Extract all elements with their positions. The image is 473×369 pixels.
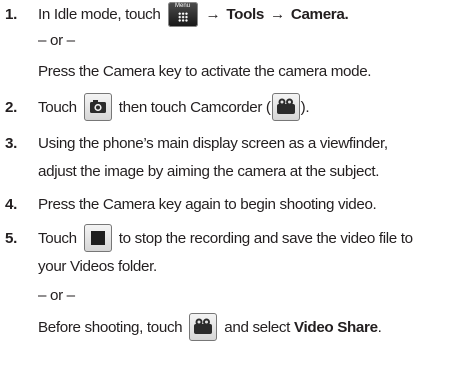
camcorder-icon xyxy=(189,313,218,341)
step-text: In Idle mode, touch xyxy=(38,5,161,23)
menu-icon-caption: Menu xyxy=(175,2,191,9)
step-5-line: Touch to stop the recording and save the… xyxy=(38,224,413,252)
step-text: . xyxy=(377,318,382,336)
step-text: to stop the recording and save the video… xyxy=(118,229,413,247)
arrow: → xyxy=(205,5,221,23)
camcorder-icon xyxy=(271,93,300,121)
instruction-page: 1. In Idle mode, touch Menu → Tools → Ca… xyxy=(0,0,473,369)
step-text: adjust the image by aiming the camera at… xyxy=(38,162,380,180)
step-5-alt-line: Before shooting, touch and select Video … xyxy=(38,313,382,341)
step-text: Using the phone’s main display screen as… xyxy=(38,134,388,152)
menu-path-camera: Camera. xyxy=(290,5,349,23)
step-text: Before shooting, touch xyxy=(38,318,183,336)
step-number: 4. xyxy=(5,195,17,213)
or-separator: – or – xyxy=(38,31,75,49)
step-1-line: In Idle mode, touch Menu → Tools → Camer… xyxy=(38,1,349,27)
step-text: your Videos folder. xyxy=(38,257,157,275)
menu-grid-icon: Menu xyxy=(167,1,198,27)
step-text: then touch Camcorder ( xyxy=(118,98,271,116)
menu-path-tools: Tools xyxy=(226,5,264,23)
step-number: 3. xyxy=(5,134,17,152)
step-alt-text: Press the Camera key to activate the cam… xyxy=(38,62,372,80)
step-2-line: Touch then touch Camcorder ( ). xyxy=(38,93,310,121)
step-text: ). xyxy=(300,98,310,116)
step-number: 5. xyxy=(5,229,17,247)
video-share-label: Video Share xyxy=(294,318,378,336)
or-separator: – or – xyxy=(38,286,75,304)
arrow: → xyxy=(270,5,285,23)
step-text: and select xyxy=(224,318,291,336)
step-text: Press the Camera key again to begin shoo… xyxy=(38,195,377,213)
stop-icon xyxy=(83,224,112,252)
step-text: Touch xyxy=(38,229,77,247)
step-number: 1. xyxy=(5,5,17,23)
camera-icon xyxy=(83,93,112,121)
grid-dots xyxy=(177,11,188,22)
step-text: Touch xyxy=(38,98,77,116)
step-number: 2. xyxy=(5,98,17,116)
